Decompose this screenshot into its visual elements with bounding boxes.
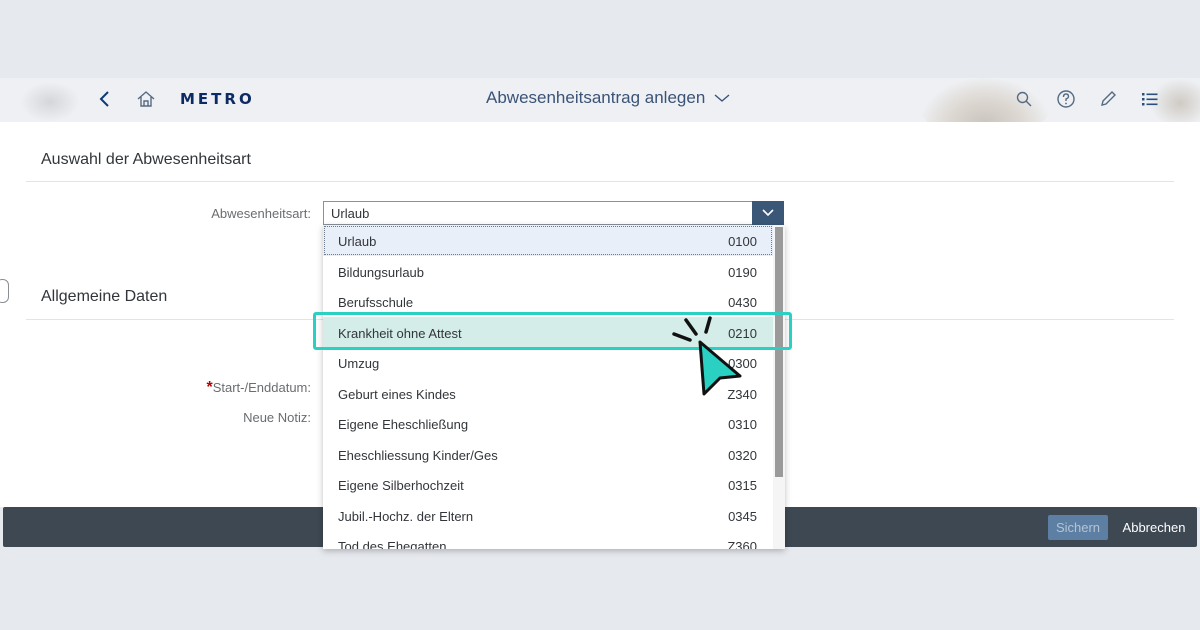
list-item[interactable]: Bildungsurlaub 0190 [323,256,773,287]
home-icon[interactable] [134,87,158,111]
metro-logo[interactable]: METRO [180,90,255,108]
section-title-absence-type: Auswahl der Abwesenheitsart [41,151,251,168]
date-label: *Start-/Enddatum: [111,379,311,397]
cancel-button[interactable]: Abbrechen [1115,515,1193,540]
option-code: 0430 [728,295,757,310]
help-icon[interactable] [1054,87,1078,111]
section-title-general-data: Allgemeine Daten [41,288,168,305]
list-item[interactable]: Eheschliessung Kinder/Ges 0320 [323,439,773,470]
option-name: Urlaub [338,234,377,249]
side-handle[interactable] [0,279,9,303]
absence-type-select[interactable]: Urlaub [323,201,784,225]
list-item[interactable]: Urlaub 0100 [323,225,773,256]
option-code: 0310 [728,417,757,432]
chevron-down-icon [714,94,730,102]
save-button[interactable]: Sichern [1048,515,1108,540]
cursor-pointer-icon [672,316,742,396]
list-icon[interactable] [1138,87,1162,111]
absence-type-label: Abwesenheitsart: [211,206,311,221]
option-code: 0320 [728,447,757,463]
option-code: 0100 [728,234,757,249]
option-name: Eheschliessung Kinder/Ges [338,447,498,463]
option-code: 0345 [728,508,757,524]
option-name: Geburt eines Kindes [338,386,456,402]
note-label: Neue Notiz: [243,410,311,425]
list-item[interactable]: Jubil.-Hochz. der Eltern 0345 [323,500,773,531]
date-label-text: Start-/Enddatum: [212,380,311,395]
absence-type-value: Urlaub [331,206,370,221]
option-name: Jubil.-Hochz. der Eltern [338,508,474,524]
option-name: Eigene Silberhochzeit [338,478,464,493]
chevron-down-icon [762,209,774,217]
app-title: Abwesenheitsantrag anlegen [486,88,706,107]
option-name: Umzug [338,356,380,371]
option-name: Berufsschule [338,295,414,310]
option-code: 0190 [728,264,757,280]
dropdown-button[interactable] [752,201,784,225]
dropdown-scrollbar[interactable] [773,225,785,549]
option-name: Krankheit ohne Attest [338,325,462,341]
option-code: Z360 [727,539,757,549]
scrollbar-thumb[interactable] [775,227,783,477]
option-name: Eigene Eheschließung [338,417,469,432]
app-title-menu[interactable]: Abwesenheitsantrag anlegen [486,88,731,108]
edit-icon[interactable] [1096,87,1120,111]
list-item[interactable]: Eigene Eheschließung 0310 [323,408,773,439]
option-code: 0315 [728,478,757,493]
divider [26,181,1174,182]
list-item[interactable]: Eigene Silberhochzeit 0315 [323,469,773,500]
list-item[interactable]: Tod des Ehegatten Z360 [323,530,773,549]
chevron-left-icon[interactable] [93,87,117,111]
search-icon[interactable] [1012,87,1036,111]
option-name: Bildungsurlaub [338,264,425,280]
option-name: Tod des Ehegatten [338,539,447,549]
